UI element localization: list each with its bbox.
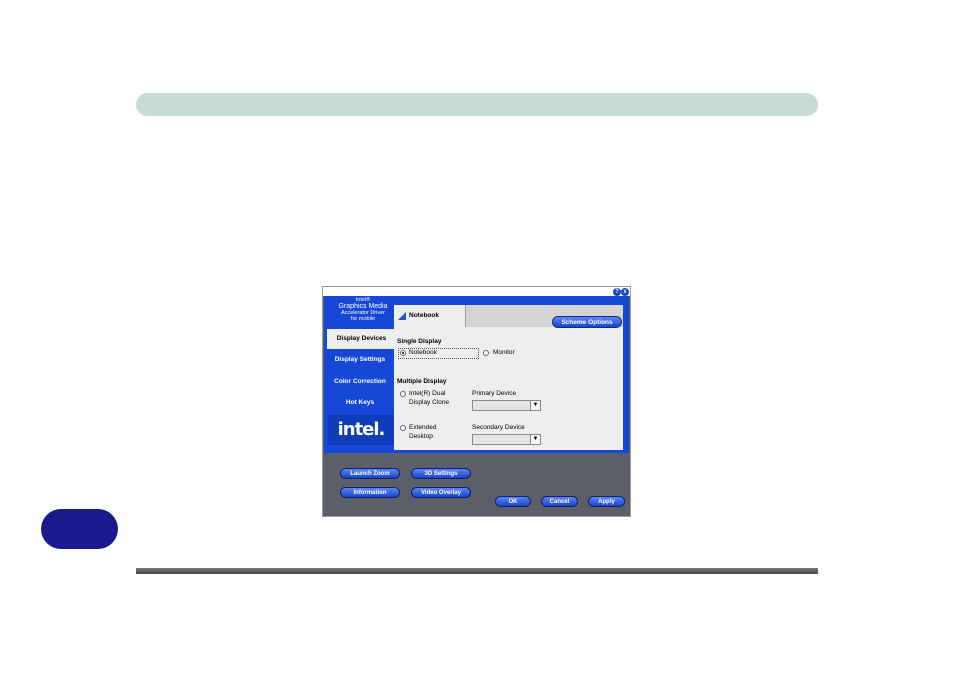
radio-extended-label-2: Desktop [409, 433, 433, 440]
chevron-down-icon: ▼ [530, 401, 540, 410]
radio-extended-desktop[interactable] [400, 425, 406, 431]
multiple-display-heading: Multiple Display [397, 378, 447, 385]
3d-settings-button[interactable]: 3D Settings [411, 468, 471, 479]
notebook-tab-icon [398, 312, 406, 320]
sidebar-item-display-settings[interactable]: Display Settings [326, 350, 394, 370]
secondary-device-select[interactable]: ▼ [472, 434, 541, 445]
launch-zoom-button[interactable]: Launch Zoom [340, 468, 400, 479]
intel-logo: intel. [328, 415, 394, 445]
tab-label: Notebook [409, 312, 439, 319]
sidebar-item-color-correction[interactable]: Color Correction [326, 372, 394, 392]
scheme-options-button[interactable]: Scheme Options [552, 316, 622, 328]
close-icon[interactable]: x [621, 288, 629, 296]
radio-extended-label-1: Extended [409, 424, 437, 431]
radio-notebook[interactable] [400, 350, 406, 356]
primary-device-select[interactable]: ▼ [472, 400, 541, 411]
apply-button[interactable]: Apply [588, 496, 625, 507]
information-button[interactable]: Information [340, 487, 400, 498]
graphics-driver-dialog: ? x Intel® Graphics Media Accelerator Dr… [322, 286, 631, 517]
product-logo: Intel® Graphics Media Accelerator Driver… [329, 297, 397, 327]
single-display-heading: Single Display [397, 338, 442, 345]
radio-monitor-label: Monitor [493, 349, 515, 356]
radio-clone-label-1: Intel(R) Dual [409, 390, 446, 397]
help-icon[interactable]: ? [613, 288, 621, 296]
radio-monitor[interactable] [483, 350, 489, 356]
dialog-panel: Intel® Graphics Media Accelerator Driver… [324, 296, 629, 453]
primary-device-label: Primary Device [472, 390, 517, 397]
page-tab [41, 509, 118, 549]
radio-notebook-label: Notebook [409, 349, 437, 356]
radio-clone-label-2: Display Clone [409, 399, 450, 406]
chevron-down-icon: ▼ [530, 435, 540, 444]
footer-rule [136, 568, 818, 574]
logo-line: for mobile [350, 316, 376, 322]
video-overlay-button[interactable]: Video Overlay [411, 487, 471, 498]
titlebar: ? x [323, 287, 630, 296]
sidebar-item-display-devices[interactable]: Display Devices [327, 329, 396, 349]
content-panel: Notebook Scheme Options Single Display N… [394, 305, 623, 450]
ok-button[interactable]: OK [495, 496, 531, 507]
logo-line: Graphics Media [338, 303, 388, 310]
tab-notebook[interactable]: Notebook [394, 305, 466, 327]
secondary-device-label: Secondary Device [472, 424, 525, 431]
cancel-button[interactable]: Cancel [541, 496, 578, 507]
radio-dual-display-clone[interactable] [400, 391, 406, 397]
sidebar-item-hot-keys[interactable]: Hot Keys [326, 393, 394, 413]
header-bar [136, 93, 818, 116]
